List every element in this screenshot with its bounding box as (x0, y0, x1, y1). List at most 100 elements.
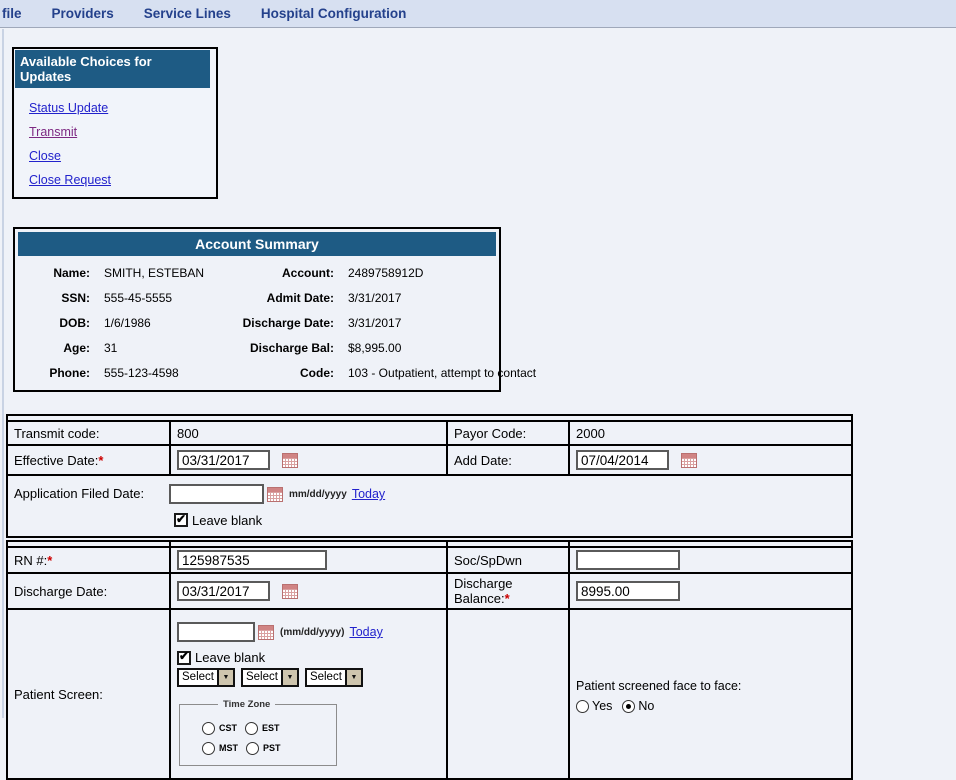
account-summary-title: Account Summary (18, 232, 496, 256)
table-row: Patient Screen: (mm/dd/yyyy)Today Leave … (7, 609, 852, 779)
field-label: Discharge Date: (242, 311, 334, 336)
calendar-icon[interactable] (282, 584, 298, 599)
soc-spdwn-label: Soc/SpDwn (447, 547, 569, 573)
rn-number-input[interactable] (177, 550, 327, 570)
timezone-radio-cst[interactable] (202, 722, 215, 735)
timezone-radio-est[interactable] (245, 722, 258, 735)
required-marker: * (47, 553, 52, 568)
field-label: Admit Date: (242, 286, 334, 311)
account-summary-grid: Name: SMITH, ESTEBAN Account: 2489758912… (18, 261, 496, 386)
field-label: DOB: (18, 311, 90, 336)
patient-screen-date-input[interactable] (177, 622, 255, 642)
table-row: Effective Date:* Add Date: (7, 445, 852, 475)
date-format-hint: mm/dd/yyyy (289, 489, 347, 500)
link-close[interactable]: Close (29, 149, 215, 163)
add-date-input[interactable] (576, 450, 669, 470)
select-dropdown-3[interactable]: Select (305, 668, 363, 687)
nav-item-file[interactable]: file (2, 6, 22, 21)
page-content: Available Choices for Updates Status Upd… (0, 47, 956, 780)
check-icon (179, 650, 189, 665)
discharge-date-label: Discharge Date: (7, 573, 170, 609)
field-label: Discharge Bal: (242, 336, 334, 361)
nav-item-providers[interactable]: Providers (52, 6, 114, 21)
rn-number-label: RN #:* (7, 547, 170, 573)
nav-item-hospital-configuration[interactable]: Hospital Configuration (261, 6, 407, 21)
application-filed-date-label: Application Filed Date: (14, 486, 169, 501)
link-status-update[interactable]: Status Update (29, 101, 215, 115)
face-to-face-no-radio[interactable] (622, 700, 635, 713)
available-choices-links: Status Update Transmit Close Close Reque… (15, 88, 215, 187)
add-date-label: Add Date: (447, 445, 569, 475)
available-choices-panel: Available Choices for Updates Status Upd… (12, 47, 218, 199)
table-row: Transmit code: 800 Payor Code: 2000 (7, 421, 852, 445)
timezone-radio-mst[interactable] (202, 742, 215, 755)
effective-date-input[interactable] (177, 450, 270, 470)
timezone-label-mst: MST (219, 743, 238, 753)
select-dropdown-1[interactable]: Select (177, 668, 235, 687)
face-to-face-label: Patient screened face to face: (576, 679, 847, 693)
field-value: 2489758912D (334, 261, 536, 286)
patient-screen-label: Patient Screen: (7, 609, 170, 779)
soc-spdwn-input[interactable] (576, 550, 680, 570)
field-label: Phone: (18, 361, 90, 386)
field-value: SMITH, ESTEBAN (90, 261, 242, 286)
field-label: Name: (18, 261, 90, 286)
payor-code-value: 2000 (569, 421, 852, 445)
field-value: 3/31/2017 (334, 311, 536, 336)
timezone-radio-pst[interactable] (246, 742, 259, 755)
field-value: $8,995.00 (334, 336, 536, 361)
today-link[interactable]: Today (352, 487, 385, 501)
field-value: 3/31/2017 (334, 286, 536, 311)
table-row: Discharge Date: Discharge Balance:* (7, 573, 852, 609)
application-filed-date-input[interactable] (169, 484, 264, 504)
payor-code-label: Payor Code: (447, 421, 569, 445)
calendar-icon[interactable] (282, 453, 298, 468)
field-label: Age: (18, 336, 90, 361)
calendar-icon[interactable] (258, 625, 274, 640)
face-to-face-no-label: No (638, 699, 654, 713)
field-value: 1/6/1986 (90, 311, 242, 336)
select-dropdown-2[interactable]: Select (241, 668, 299, 687)
field-label: Account: (242, 261, 334, 286)
transmit-code-value: 800 (170, 421, 447, 445)
transmit-form-table: Transmit code: 800 Payor Code: 2000 Effe… (6, 414, 853, 538)
calendar-icon[interactable] (267, 487, 283, 502)
check-icon (176, 513, 186, 528)
effective-date-label: Effective Date:* (7, 445, 170, 475)
chevron-down-icon (281, 670, 297, 685)
field-value: 555-45-5555 (90, 286, 242, 311)
chevron-down-icon (345, 670, 361, 685)
leave-blank-checkbox[interactable] (177, 651, 191, 665)
account-summary-panel: Account Summary Name: SMITH, ESTEBAN Acc… (13, 227, 501, 392)
today-link[interactable]: Today (349, 625, 382, 639)
nav-item-service-lines[interactable]: Service Lines (144, 6, 231, 21)
field-label: SSN: (18, 286, 90, 311)
table-row: Application Filed Date:mm/dd/yyyyToday L… (7, 475, 852, 537)
time-zone-legend: Time Zone (218, 699, 275, 710)
field-value: 103 - Outpatient, attempt to contact (334, 361, 536, 386)
timezone-label-pst: PST (263, 743, 281, 753)
calendar-icon[interactable] (681, 453, 697, 468)
field-value: 555-123-4598 (90, 361, 242, 386)
leave-blank-label: Leave blank (195, 650, 265, 665)
time-zone-fieldset: Time Zone CST EST MST PST (179, 699, 337, 765)
available-choices-title: Available Choices for Updates (15, 50, 210, 88)
face-to-face-yes-radio[interactable] (576, 700, 589, 713)
table-row: RN #:* Soc/SpDwn (7, 547, 852, 573)
chevron-down-icon (217, 670, 233, 685)
discharge-balance-input[interactable] (576, 581, 680, 601)
patient-form-table: RN #:* Soc/SpDwn Discharge Date: Dischar… (6, 540, 853, 780)
link-close-request[interactable]: Close Request (29, 173, 215, 187)
empty-cell (447, 609, 569, 779)
discharge-balance-label: Discharge Balance:* (447, 573, 569, 609)
leave-blank-checkbox[interactable] (174, 513, 188, 527)
link-transmit[interactable]: Transmit (29, 125, 215, 139)
field-label: Code: (242, 361, 334, 386)
timezone-label-est: EST (262, 723, 280, 733)
timezone-label-cst: CST (219, 723, 237, 733)
required-marker: * (98, 453, 103, 468)
face-to-face-yes-label: Yes (592, 699, 612, 713)
field-value: 31 (90, 336, 242, 361)
discharge-date-input[interactable] (177, 581, 270, 601)
top-navbar: file Providers Service Lines Hospital Co… (0, 0, 956, 28)
